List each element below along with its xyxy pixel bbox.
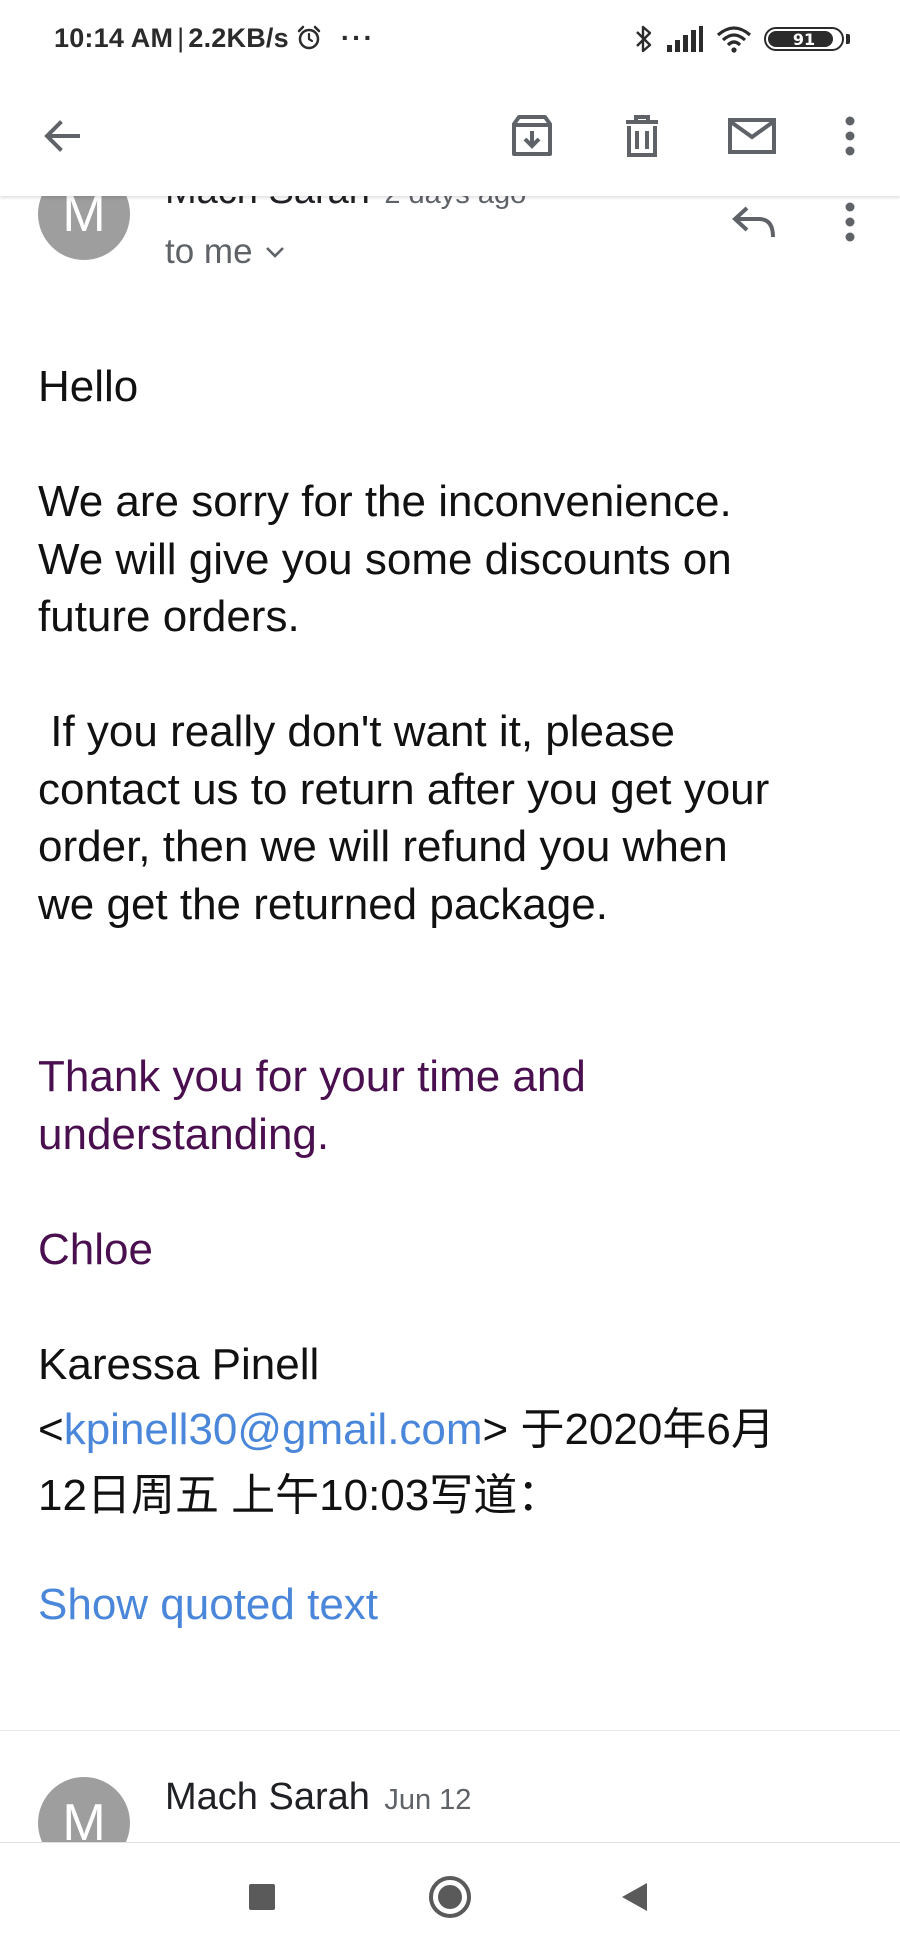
body-line: contact us to return after you get your	[38, 764, 770, 814]
archive-button[interactable]	[500, 104, 564, 168]
mark-unread-button[interactable]	[720, 104, 784, 168]
body-greeting: Hello	[38, 362, 139, 411]
status-left: 10:14 AM | 2.2KB/s ···	[54, 22, 375, 54]
toolbar	[0, 80, 900, 196]
mark-unread-icon	[728, 118, 776, 154]
battery-level: 91	[792, 29, 816, 49]
thanks-line: understanding.	[38, 1109, 330, 1159]
next-message-item[interactable]: M Mach Sarah Jun 12	[0, 1732, 900, 1842]
quote-date: > 于2020年6月	[482, 1405, 775, 1454]
thanks-line: Thank you for your time and	[38, 1052, 586, 1101]
recents-square-icon	[249, 1884, 275, 1910]
delete-icon	[626, 115, 658, 157]
quote-attribution: <kpinell30@gmail.com> 于2020年6月	[38, 1401, 868, 1459]
battery-icon: 91	[764, 27, 844, 51]
delete-button[interactable]	[610, 104, 674, 168]
status-separator: |	[177, 22, 185, 53]
more-vert-icon	[845, 202, 855, 242]
message-more-button[interactable]	[818, 190, 882, 254]
sender-name: Mach Sarah	[165, 1776, 370, 1818]
quote-lt: <	[38, 1405, 64, 1454]
bluetooth-icon	[636, 25, 652, 53]
reply-icon	[732, 206, 775, 238]
back-button[interactable]	[30, 104, 94, 168]
body-line: If you really don't want it, please	[38, 707, 675, 756]
sender-line: Mach Sarah Jun 12	[165, 1776, 471, 1819]
alarm-icon	[297, 25, 321, 50]
sender-avatar[interactable]: M	[38, 1777, 130, 1842]
back-nav-button[interactable]	[604, 1867, 664, 1927]
home-button[interactable]	[420, 1867, 480, 1927]
signal-icon	[667, 26, 703, 52]
quote-date-cont: 12日周五 上午10:03写道：	[38, 1470, 562, 1520]
more-options-button[interactable]	[818, 104, 882, 168]
body-line: We are sorry for the inconvenience.	[38, 477, 732, 526]
reply-button[interactable]	[722, 190, 786, 254]
message-body: Hello We are sorry for the inconvenience…	[38, 358, 868, 1524]
message-divider	[0, 1730, 900, 1731]
quote-email-link[interactable]: kpinell30@gmail.com	[64, 1405, 483, 1454]
battery-cap	[846, 34, 850, 44]
message-time: Jun 12	[384, 1784, 472, 1816]
more-vert-icon	[845, 116, 855, 156]
recipient-label: to me	[165, 232, 253, 271]
archive-icon	[512, 115, 552, 156]
status-time: 10:14 AM	[54, 22, 174, 53]
status-right: 91	[634, 24, 850, 54]
signature: Chloe	[38, 1224, 153, 1274]
recipient-toggle[interactable]: to me	[165, 232, 285, 272]
system-nav-bar	[0, 1842, 900, 1951]
status-net-speed: 2.2KB/s	[188, 22, 289, 53]
quote-author: Karessa Pinell	[38, 1339, 320, 1389]
body-line: order, then we will refund you when	[38, 822, 728, 871]
show-quoted-text-link[interactable]: Show quoted text	[38, 1580, 378, 1630]
recents-button[interactable]	[232, 1867, 292, 1927]
back-arrow-icon	[44, 120, 80, 152]
wifi-icon	[716, 26, 752, 53]
more-status-indicator: ···	[340, 22, 375, 53]
home-circle-icon	[429, 1876, 471, 1918]
back-triangle-icon	[622, 1883, 647, 1911]
body-line: we get the returned package.	[38, 879, 608, 929]
status-bar: 10:14 AM | 2.2KB/s ··· 91	[0, 0, 900, 80]
chevron-down-icon	[265, 247, 284, 258]
body-line: future orders.	[38, 592, 300, 641]
body-line: We will give you some discounts on	[38, 534, 732, 584]
